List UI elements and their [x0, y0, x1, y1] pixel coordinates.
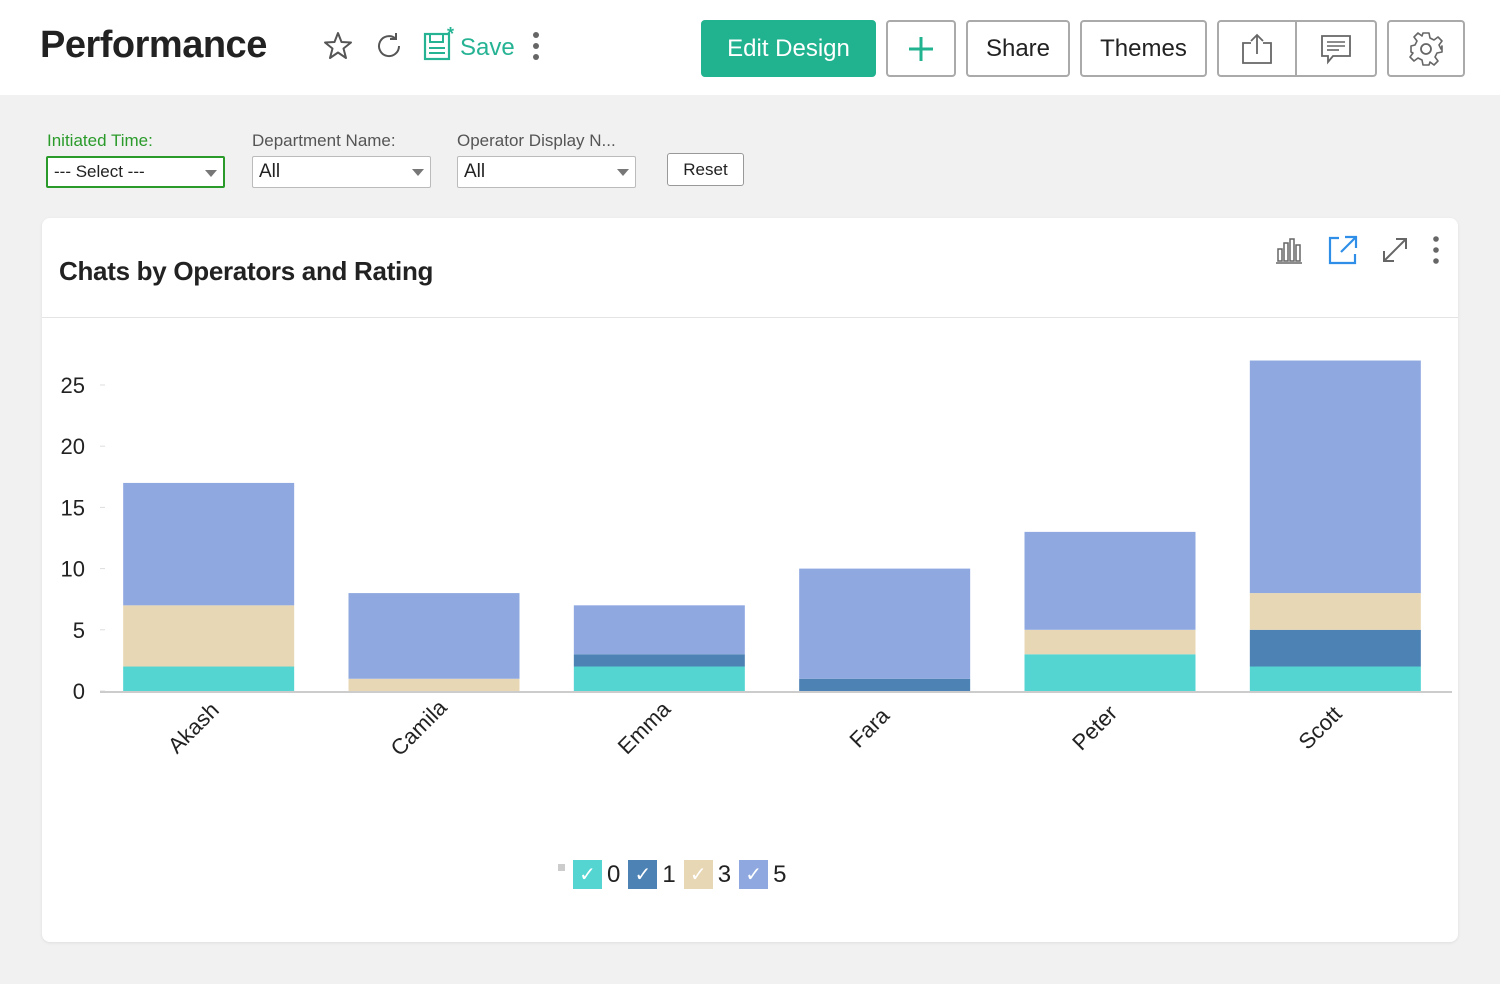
y-tick-label: 15 [61, 495, 85, 520]
legend-item-1[interactable]: ✓ 1 [628, 860, 676, 889]
bar-segment-emma-rating-5[interactable] [573, 605, 745, 655]
y-tick-label: 25 [61, 373, 85, 398]
stacked-bar-chart: 0 5 10 15 20 25 Akash Camila Emma Fara Peter Scott [61, 360, 1452, 761]
save-button[interactable]: * Save [422, 26, 515, 62]
chart-card: Chats by Operators and Rating 0 5 10 15 20 25… [42, 218, 1458, 942]
plus-icon [909, 36, 933, 61]
initiated-time-value: --- Select --- [54, 162, 145, 181]
legend-label: 3 [717, 860, 732, 888]
checkbox-checked-icon[interactable]: ✓ [683, 860, 713, 889]
x-tick-label: Fara [845, 702, 895, 752]
bar-segment-fara-rating-1[interactable] [799, 678, 971, 691]
legend-item-3[interactable]: ✓ 3 [683, 860, 732, 889]
legend-label: 0 [607, 860, 621, 888]
chevron-down-icon [617, 169, 629, 176]
department-select[interactable]: All [252, 156, 431, 188]
operator-select[interactable]: All [457, 156, 636, 188]
comment-icon [1321, 34, 1351, 64]
more-vertical-icon [533, 32, 539, 60]
bar-segment-camila-rating-3[interactable] [348, 678, 520, 691]
save-label: Save [460, 34, 515, 61]
bar-segment-emma-rating-1[interactable] [573, 654, 745, 667]
bar-segment-scott-rating-0[interactable] [1249, 666, 1421, 691]
more-options-button[interactable] [518, 28, 554, 64]
y-tick-label: 10 [61, 557, 85, 582]
bar-segment-scott-rating-3[interactable] [1249, 593, 1421, 630]
x-tick-label: Camila [386, 694, 453, 761]
operator-value: All [464, 161, 486, 182]
x-tick-label: Emma [613, 696, 676, 759]
checkbox-checked-icon[interactable]: ✓ [573, 860, 602, 889]
bar-segment-scott-rating-5[interactable] [1249, 360, 1421, 594]
refresh-button[interactable] [371, 28, 407, 64]
x-tick-label: Scott [1293, 701, 1346, 754]
export-button[interactable] [1217, 20, 1297, 77]
star-icon [324, 32, 352, 59]
legend-label: 1 [662, 860, 676, 888]
bar-segment-camila-rating-5[interactable] [348, 593, 520, 679]
legend-label: 5 [773, 860, 787, 888]
bar-segment-akash-rating-5[interactable] [123, 482, 295, 606]
refresh-icon [378, 33, 401, 58]
legend-drag-handle[interactable] [558, 864, 565, 871]
page-title: Performance [40, 24, 267, 66]
legend-item-0[interactable]: ✓ 0 [573, 860, 620, 889]
themes-button[interactable]: Themes [1080, 20, 1207, 77]
y-tick-label: 5 [73, 618, 85, 643]
y-tick-label: 20 [61, 434, 85, 459]
bar-segment-peter-rating-3[interactable] [1024, 629, 1196, 655]
reset-button[interactable]: Reset [667, 153, 744, 186]
chevron-down-icon [412, 169, 424, 176]
filter-label-department: Department Name: [252, 131, 396, 150]
chevron-down-icon [205, 170, 217, 177]
bar-segment-peter-rating-5[interactable] [1024, 531, 1196, 630]
x-tick-label: Akash [163, 697, 224, 758]
export-icon [1242, 33, 1272, 64]
edit-design-button[interactable]: Edit Design [701, 20, 876, 77]
svg-text:*: * [447, 26, 454, 44]
legend-item-5[interactable]: ✓ 5 [739, 860, 786, 889]
settings-button[interactable] [1387, 20, 1465, 77]
y-tick-label: 0 [73, 679, 85, 704]
department-value: All [259, 161, 281, 182]
add-button[interactable] [886, 20, 956, 77]
filter-label-initiated-time: Initiated Time: [47, 131, 153, 150]
bar-segment-akash-rating-3[interactable] [123, 605, 295, 667]
bar-segment-akash-rating-0[interactable] [123, 666, 295, 691]
checkbox-checked-icon[interactable]: ✓ [739, 860, 769, 889]
comment-button[interactable] [1295, 20, 1377, 77]
share-button[interactable]: Share [966, 20, 1070, 77]
favorite-button[interactable] [320, 28, 356, 64]
gear-icon [1409, 31, 1443, 66]
bar-segment-scott-rating-1[interactable] [1249, 629, 1421, 667]
bar-segment-peter-rating-0[interactable] [1024, 654, 1196, 691]
checkbox-checked-icon[interactable]: ✓ [628, 860, 658, 889]
initiated-time-select[interactable]: --- Select --- [46, 156, 225, 188]
chart-legend: ✓ 0 ✓ 1 ✓ 3 ✓ 5 [558, 860, 794, 889]
save-icon: * [423, 26, 454, 61]
top-bar: Performance * Save Edit Design Share The… [0, 0, 1500, 95]
bar-segment-fara-rating-5[interactable] [799, 568, 971, 679]
bar-segment-emma-rating-0[interactable] [573, 666, 745, 691]
x-tick-label: Peter [1067, 700, 1122, 755]
filter-label-operator: Operator Display N... [457, 131, 616, 150]
